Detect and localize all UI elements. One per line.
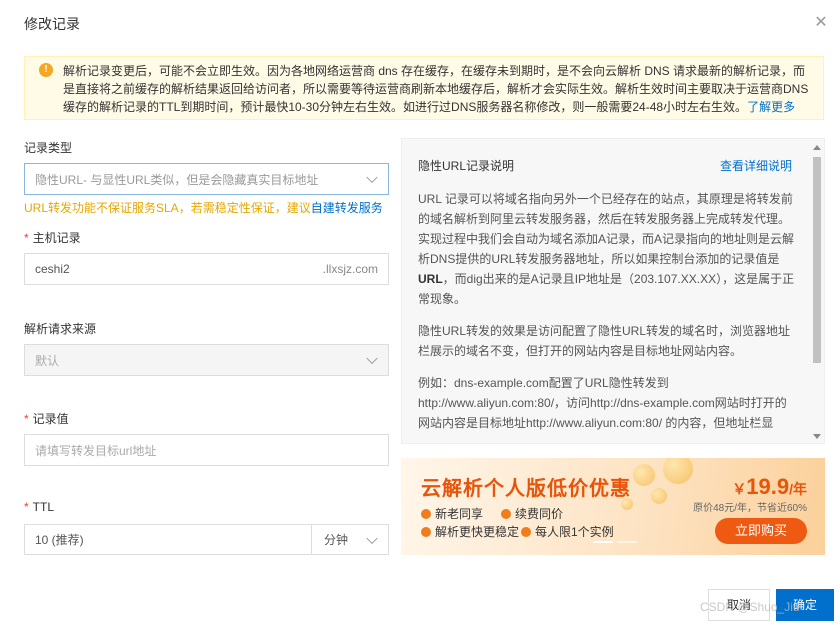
promo-feature: 解析更快更稳定 bbox=[421, 523, 519, 540]
promo-feature-text: 新老同享 bbox=[435, 507, 484, 521]
record-value-label: * 记录值 bbox=[24, 412, 69, 426]
scroll-down-icon[interactable] bbox=[813, 434, 821, 439]
promo-pager bbox=[593, 541, 637, 543]
chevron-down-icon bbox=[366, 352, 378, 365]
self-forward-link[interactable]: 自建转发服务 bbox=[311, 201, 383, 215]
price-currency: ￥ bbox=[732, 481, 747, 497]
help-title: 隐性URL记录说明 bbox=[418, 159, 515, 173]
record-type-value: 隐性URL- 与显性URL类似，但是会隐藏真实目标地址 bbox=[35, 172, 319, 187]
help-panel: 隐性URL记录说明 查看详细说明 URL 记录可以将域名指向另外一个已经存在的站… bbox=[401, 138, 825, 444]
price-unit: /年 bbox=[789, 481, 807, 497]
promo-feature-text: 解析更快更稳定 bbox=[435, 525, 520, 539]
pager-dot[interactable] bbox=[593, 541, 613, 543]
ttl-unit-select[interactable]: 分钟 bbox=[312, 524, 389, 555]
help-text-bold: URL bbox=[418, 272, 443, 286]
record-value-label-text: 记录值 bbox=[32, 412, 69, 426]
ttl-label-text: TTL bbox=[32, 500, 55, 514]
scroll-thumb[interactable] bbox=[813, 157, 821, 363]
promo-feature: 新老同享 bbox=[421, 505, 483, 522]
record-value-input[interactable]: 请填写转发目标url地址 bbox=[24, 434, 389, 466]
scroll-up-icon[interactable] bbox=[813, 145, 821, 150]
promo-banner[interactable]: 云解析个人版低价优惠 新老同享 续费同价 解析更快更稳定 每人限1个实例 ￥19… bbox=[401, 458, 825, 555]
learn-more-link[interactable]: 了解更多 bbox=[747, 100, 795, 114]
sla-warning-text: URL转发功能不保证服务SLA，若需稳定性保证，建议 bbox=[24, 201, 311, 215]
help-text: URL 记录可以将域名指向另外一个已经存在的站点，其原理是将转发前的域名解析到阿… bbox=[418, 192, 795, 266]
check-icon bbox=[421, 508, 431, 519]
help-body: URL 记录可以将域名指向另外一个已经存在的站点，其原理是将转发前的域名解析到阿… bbox=[418, 189, 796, 443]
promo-feature-text: 每人限1个实例 bbox=[535, 525, 614, 539]
dialog-title: 修改记录 bbox=[24, 16, 80, 32]
chevron-down-icon bbox=[366, 171, 378, 184]
view-details-link[interactable]: 查看详细说明 bbox=[720, 157, 792, 174]
notice-text: 解析记录变更后，可能不会立即生效。因为各地网络运营商 dns 存在缓存，在缓存未… bbox=[63, 64, 809, 114]
promo-title: 云解析个人版低价优惠 bbox=[421, 478, 631, 500]
record-type-select[interactable]: 隐性URL- 与显性URL类似，但是会隐藏真实目标地址 bbox=[24, 163, 389, 195]
promo-price: ￥19.9/年 bbox=[732, 474, 807, 500]
price-value: 19.9 bbox=[746, 474, 790, 499]
sla-warning: URL转发功能不保证服务SLA，若需稳定性保证，建议自建转发服务 bbox=[24, 199, 383, 216]
help-paragraph: URL 记录可以将域名指向另外一个已经存在的站点，其原理是将转发前的域名解析到阿… bbox=[418, 189, 796, 309]
check-icon bbox=[421, 526, 431, 537]
help-text: ，而dig出来的是A记录且IP地址是（203.107.XX.XX），这是属于正常… bbox=[418, 272, 795, 306]
notice-banner: ! 解析记录变更后，可能不会立即生效。因为各地网络运营商 dns 存在缓存，在缓… bbox=[24, 56, 824, 120]
host-record-input[interactable]: ceshi2 .llxsjz.com bbox=[24, 253, 389, 285]
record-value-placeholder: 请填写转发目标url地址 bbox=[35, 443, 157, 458]
line-select[interactable]: 默认 bbox=[24, 344, 389, 376]
check-icon bbox=[501, 508, 511, 519]
check-icon bbox=[521, 526, 531, 537]
ttl-unit-value: 分钟 bbox=[324, 533, 349, 547]
ttl-label: * TTL bbox=[24, 500, 55, 514]
warning-icon: ! bbox=[39, 63, 53, 77]
chevron-down-icon bbox=[366, 532, 378, 544]
ttl-value: 10 (推荐) bbox=[35, 533, 84, 547]
promo-original-price: 原价48元/年，节省近60% bbox=[693, 503, 807, 514]
line-label: 解析请求来源 bbox=[24, 322, 97, 336]
close-icon[interactable]: ✕ bbox=[812, 14, 830, 32]
host-record-value: ceshi2 bbox=[35, 262, 70, 276]
ttl-input[interactable]: 10 (推荐) bbox=[24, 524, 312, 555]
help-scrollbar[interactable] bbox=[812, 143, 822, 441]
coin-decoration bbox=[633, 464, 655, 486]
cancel-button[interactable]: 取消 bbox=[708, 589, 770, 621]
help-paragraph: 例如：dns-example.com配置了URL隐性转发到http://www.… bbox=[418, 376, 787, 430]
promo-feature: 续费同价 bbox=[501, 505, 563, 522]
domain-suffix: .llxsjz.com bbox=[322, 262, 378, 276]
record-type-label: 记录类型 bbox=[24, 141, 73, 155]
line-value: 默认 bbox=[35, 353, 60, 368]
host-record-label: * 主机记录 bbox=[24, 231, 81, 245]
coin-decoration bbox=[651, 488, 667, 504]
help-paragraph: 隐性URL转发的效果是访问配置了隐性URL转发的域名时，浏览器地址栏展示的域名不… bbox=[418, 324, 791, 358]
buy-now-button[interactable]: 立即购买 bbox=[715, 518, 807, 544]
promo-feature-text: 续费同价 bbox=[515, 507, 564, 521]
ok-button[interactable]: 确定 bbox=[776, 589, 834, 621]
pager-dot[interactable] bbox=[617, 541, 637, 543]
promo-feature: 每人限1个实例 bbox=[521, 523, 614, 540]
host-record-label-text: 主机记录 bbox=[32, 231, 81, 245]
coin-decoration bbox=[663, 458, 693, 484]
